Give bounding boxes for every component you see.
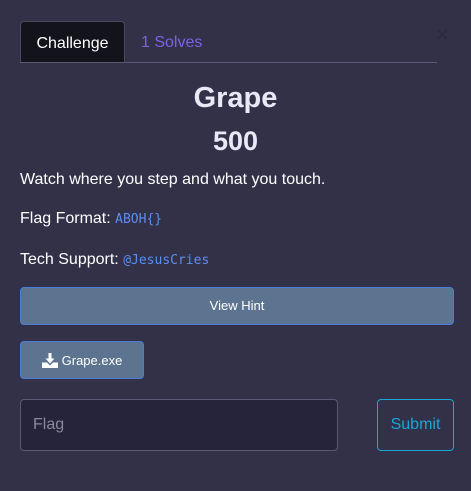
tab-solves[interactable]: 1 Solves [141,21,202,62]
challenge-modal: Challenge 1 Solves × Grape 500 Watch whe… [0,0,471,491]
flag-format-line: Flag Format: ABOH{} [20,210,162,228]
download-file-button[interactable]: Grape.exe [20,341,144,379]
tech-support-label: Tech Support: [20,251,119,268]
challenge-points: 500 [212,126,259,156]
tab-bar: Challenge 1 Solves [20,21,437,63]
download-icon [41,352,58,368]
view-hint-button[interactable]: View Hint [20,287,454,325]
tab-challenge[interactable]: Challenge [20,21,125,62]
challenge-title: Grape [193,82,278,114]
flag-format-label: Flag Format: [20,210,111,227]
tech-support-line: Tech Support: @JesusCries [20,251,209,269]
flag-format-value: ABOH{} [115,212,163,227]
tech-support-value: @JesusCries [123,253,210,268]
challenge-description: Watch where you step and what you touch. [20,171,326,188]
submit-button[interactable]: Submit [377,399,454,451]
flag-input[interactable] [20,399,338,451]
close-icon[interactable]: × [436,22,449,48]
file-name-label: Grape.exe [61,352,123,368]
